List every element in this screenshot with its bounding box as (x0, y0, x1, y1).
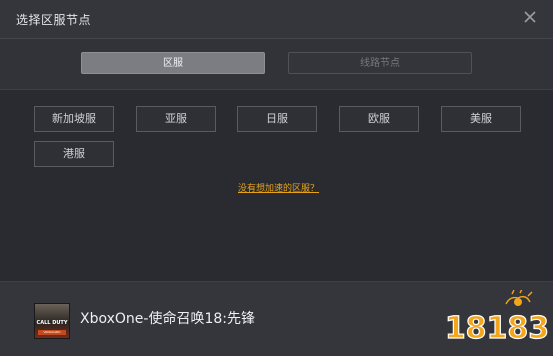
cover-text-title: CALL DUTY (36, 320, 68, 326)
server-select-dialog: 选择区服节点 区服 线路节点 新加坡服 亚服 日服 欧服 美服 港服 没有想加速… (0, 0, 553, 356)
tab-route-node[interactable]: 线路节点 (288, 52, 472, 74)
server-button-hongkong[interactable]: 港服 (34, 141, 114, 167)
server-button-japan[interactable]: 日服 (237, 106, 317, 132)
tab-bar: 区服 线路节点 (0, 39, 553, 90)
server-button-europe[interactable]: 欧服 (339, 106, 419, 132)
game-cover-image: CALL DUTY VANGUARD (34, 303, 70, 339)
dialog-header: 选择区服节点 (0, 0, 553, 39)
dialog-title: 选择区服节点 (16, 13, 92, 27)
server-button-asia[interactable]: 亚服 (136, 106, 216, 132)
close-icon[interactable] (521, 8, 539, 26)
18183-logo-watermark: 18183 (446, 290, 548, 347)
server-list: 新加坡服 亚服 日服 欧服 美服 港服 没有想加速的区服？ (0, 90, 553, 280)
game-footer: CALL DUTY VANGUARD XboxOne-使命召唤18:先锋 181… (0, 281, 553, 356)
server-button-america[interactable]: 美服 (441, 106, 521, 132)
cover-text-subtitle: VANGUARD (38, 330, 66, 335)
tab-region[interactable]: 区服 (81, 52, 265, 74)
missing-server-link[interactable]: 没有想加速的区服？ (238, 181, 319, 194)
server-button-singapore[interactable]: 新加坡服 (34, 106, 114, 132)
game-title: XboxOne-使命召唤18:先锋 (80, 311, 255, 327)
watermark-text: 18183 (446, 311, 548, 346)
